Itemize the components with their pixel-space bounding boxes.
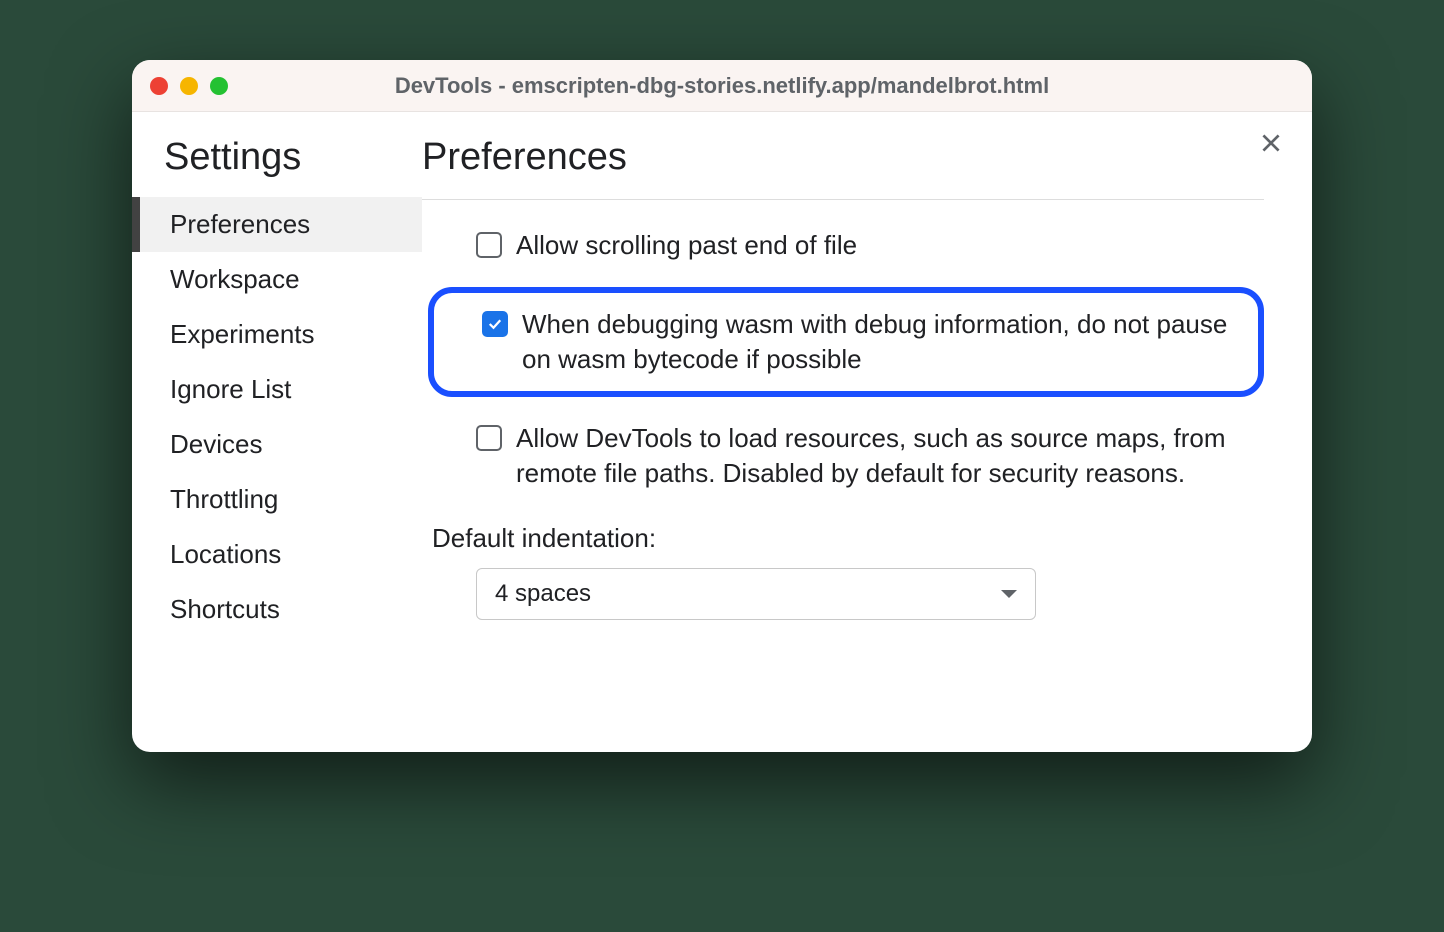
sidebar-item-ignore-list[interactable]: Ignore List — [132, 362, 422, 417]
pref-allow-scroll-past-eof: Allow scrolling past end of file — [422, 228, 1264, 263]
pref-wasm-debug-no-pause: When debugging wasm with debug informati… — [428, 287, 1264, 397]
checkbox-allow-scroll-past-eof[interactable] — [476, 232, 502, 258]
select-value: 4 spaces — [495, 580, 591, 608]
pref-label: Allow DevTools to load resources, such a… — [516, 421, 1244, 491]
sidebar-item-label: Shortcuts — [170, 594, 280, 624]
close-icon[interactable] — [1258, 130, 1284, 161]
settings-sidebar: Settings Preferences Workspace Experimen… — [132, 112, 422, 752]
window-maximize-button[interactable] — [210, 77, 228, 95]
devtools-settings-window: DevTools - emscripten-dbg-stories.netlif… — [132, 60, 1312, 752]
sidebar-item-locations[interactable]: Locations — [132, 527, 422, 582]
sidebar-item-label: Locations — [170, 539, 281, 569]
preferences-panel: Preferences Allow scrolling past end of … — [422, 112, 1312, 752]
window-close-button[interactable] — [150, 77, 168, 95]
indentation-label: Default indentation: — [422, 523, 1264, 554]
sidebar-item-preferences[interactable]: Preferences — [132, 197, 422, 252]
sidebar-item-shortcuts[interactable]: Shortcuts — [132, 582, 422, 637]
sidebar-item-devices[interactable]: Devices — [132, 417, 422, 472]
window-title: DevTools - emscripten-dbg-stories.netlif… — [132, 73, 1312, 99]
checkbox-wasm-debug-no-pause[interactable] — [482, 311, 508, 337]
traffic-lights — [150, 77, 228, 95]
sidebar-heading: Settings — [132, 136, 422, 197]
panel-heading: Preferences — [422, 136, 1264, 200]
sidebar-item-workspace[interactable]: Workspace — [132, 252, 422, 307]
checkmark-icon — [486, 315, 504, 333]
sidebar-item-throttling[interactable]: Throttling — [132, 472, 422, 527]
sidebar-item-label: Ignore List — [170, 374, 291, 404]
sidebar-item-label: Devices — [170, 429, 262, 459]
checkbox-allow-remote-file-paths[interactable] — [476, 425, 502, 451]
sidebar-item-label: Throttling — [170, 484, 278, 514]
sidebar-item-label: Experiments — [170, 319, 315, 349]
pref-allow-remote-file-paths: Allow DevTools to load resources, such a… — [422, 421, 1264, 491]
indentation-select[interactable]: 4 spaces — [476, 568, 1036, 620]
sidebar-item-label: Preferences — [170, 209, 310, 239]
window-minimize-button[interactable] — [180, 77, 198, 95]
sidebar-item-label: Workspace — [170, 264, 300, 294]
pref-label: When debugging wasm with debug informati… — [522, 307, 1234, 377]
pref-label: Allow scrolling past end of file — [516, 228, 857, 263]
sidebar-item-experiments[interactable]: Experiments — [132, 307, 422, 362]
titlebar: DevTools - emscripten-dbg-stories.netlif… — [132, 60, 1312, 112]
chevron-down-icon — [1001, 590, 1017, 598]
settings-content: Settings Preferences Workspace Experimen… — [132, 112, 1312, 752]
